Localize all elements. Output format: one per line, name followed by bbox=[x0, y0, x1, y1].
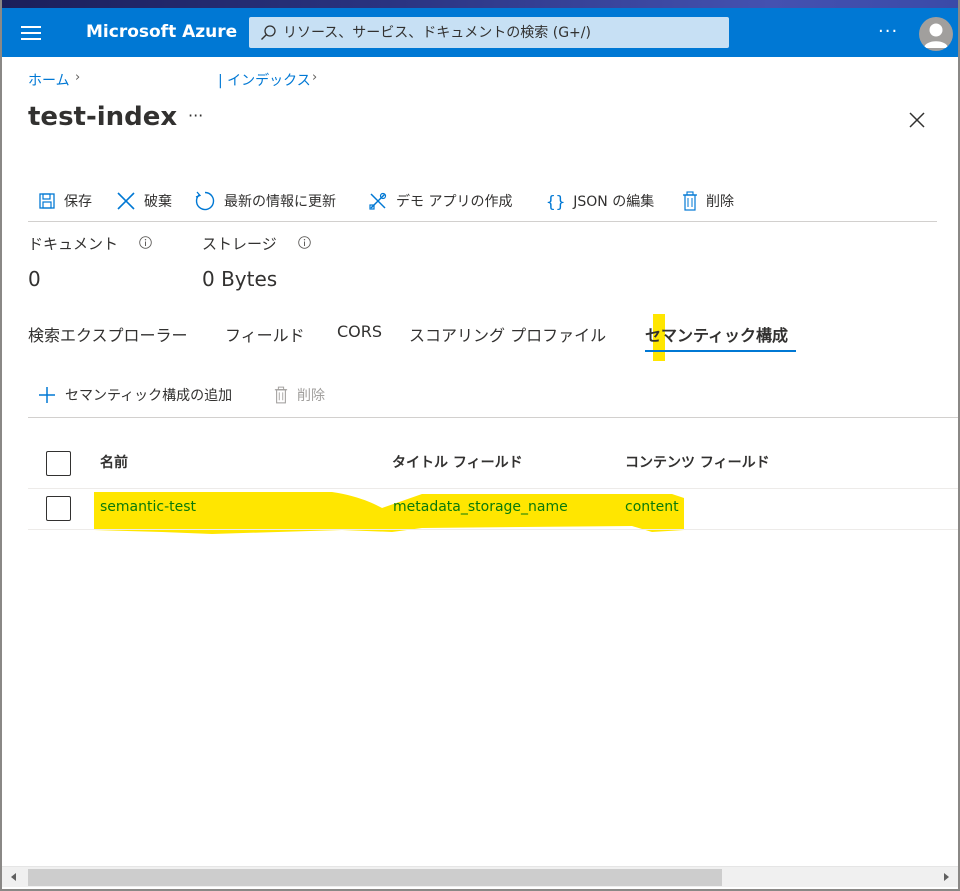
header-divider bbox=[28, 488, 958, 489]
column-header-title-field[interactable]: タイトル フィールド bbox=[392, 452, 523, 472]
info-icon[interactable] bbox=[139, 236, 152, 249]
active-tab-indicator bbox=[645, 350, 796, 352]
plus-icon bbox=[39, 387, 55, 403]
delete-label: 削除 bbox=[706, 194, 734, 210]
documents-label: ドキュメント bbox=[28, 235, 119, 253]
row-name-link[interactable]: semantic-test bbox=[100, 499, 196, 515]
semantic-command-bar: セマンティック構成の追加 削除 bbox=[28, 380, 958, 418]
tab-search-explorer[interactable]: 検索エクスプローラー bbox=[28, 322, 188, 346]
column-header-content-field[interactable]: コンテンツ フィールド bbox=[625, 452, 770, 472]
brand-title[interactable]: Microsoft Azure bbox=[86, 22, 237, 42]
breadcrumb-indexes[interactable]: | インデックス bbox=[218, 70, 311, 90]
create-demo-app-button[interactable]: デモ アプリの作成 bbox=[368, 188, 512, 214]
avatar-person-icon bbox=[924, 23, 948, 48]
scroll-left-arrow-icon[interactable] bbox=[8, 871, 20, 883]
search-input[interactable] bbox=[283, 22, 713, 43]
create-demo-app-label: デモ アプリの作成 bbox=[396, 194, 513, 210]
row-content-field: content bbox=[625, 499, 679, 515]
discard-label: 破棄 bbox=[144, 194, 172, 210]
row-checkbox[interactable] bbox=[46, 496, 71, 521]
trash-icon bbox=[683, 191, 697, 211]
tab-semantic-configurations[interactable]: セマンティック構成 bbox=[645, 322, 788, 346]
breadcrumb-chevron-icon: › bbox=[75, 70, 81, 85]
search-icon bbox=[261, 25, 276, 40]
info-icon[interactable] bbox=[298, 236, 311, 249]
index-toolbar: 保存 破棄 最新の情報に更新 デモ アプリの作成 {} JSON の編集 削除 bbox=[28, 186, 937, 222]
delete-button[interactable]: 削除 bbox=[682, 188, 734, 214]
discard-x-icon bbox=[117, 192, 135, 210]
trash-icon bbox=[274, 386, 288, 404]
breadcrumb-home[interactable]: ホーム bbox=[28, 70, 70, 90]
column-header-name[interactable]: 名前 bbox=[100, 452, 128, 472]
storage-label: ストレージ bbox=[202, 235, 277, 253]
discard-button[interactable]: 破棄 bbox=[116, 188, 172, 214]
more-options-icon[interactable]: ··· bbox=[878, 21, 898, 42]
json-braces-icon: {} bbox=[546, 191, 566, 211]
tab-fields[interactable]: フィールド bbox=[225, 322, 305, 346]
breadcrumb-chevron-icon: › bbox=[312, 70, 318, 85]
save-label: 保存 bbox=[64, 194, 92, 210]
documents-count: 0 bbox=[28, 267, 41, 291]
close-icon[interactable] bbox=[907, 110, 927, 130]
delete-semantic-config-label: 削除 bbox=[297, 388, 325, 404]
edit-json-button[interactable]: {} JSON の編集 bbox=[546, 188, 654, 214]
select-all-checkbox[interactable] bbox=[46, 451, 71, 476]
browser-window: Microsoft Azure ··· ホーム › | インデックス › tes… bbox=[0, 0, 960, 891]
storage-size: 0 Bytes bbox=[202, 267, 278, 291]
scroll-right-arrow-icon[interactable] bbox=[940, 871, 952, 883]
global-search[interactable] bbox=[249, 17, 729, 48]
delete-semantic-config-button[interactable]: 削除 bbox=[274, 383, 325, 407]
scrollbar-thumb[interactable] bbox=[28, 869, 722, 886]
tab-cors[interactable]: CORS bbox=[337, 322, 382, 341]
window-top-strip bbox=[2, 0, 958, 8]
refresh-label: 最新の情報に更新 bbox=[224, 194, 336, 210]
row-divider bbox=[28, 529, 958, 530]
edit-json-label: JSON の編集 bbox=[573, 194, 655, 210]
refresh-icon bbox=[195, 191, 215, 211]
tools-icon bbox=[369, 192, 387, 210]
tab-scoring-profiles[interactable]: スコアリング プロファイル bbox=[409, 322, 606, 346]
save-button[interactable]: 保存 bbox=[38, 188, 92, 214]
azure-top-bar: Microsoft Azure ··· bbox=[2, 8, 958, 57]
hamburger-menu-icon[interactable] bbox=[21, 26, 41, 40]
user-avatar[interactable] bbox=[919, 17, 953, 51]
horizontal-scrollbar[interactable] bbox=[2, 866, 958, 887]
add-semantic-config-button[interactable]: セマンティック構成の追加 bbox=[38, 383, 232, 407]
refresh-button[interactable]: 最新の情報に更新 bbox=[194, 188, 336, 214]
title-more-icon[interactable]: ··· bbox=[188, 106, 203, 125]
add-semantic-config-label: セマンティック構成の追加 bbox=[65, 388, 233, 404]
page-title: test-index bbox=[28, 102, 178, 132]
row-title-field: metadata_storage_name bbox=[393, 499, 568, 515]
save-icon bbox=[39, 193, 55, 209]
